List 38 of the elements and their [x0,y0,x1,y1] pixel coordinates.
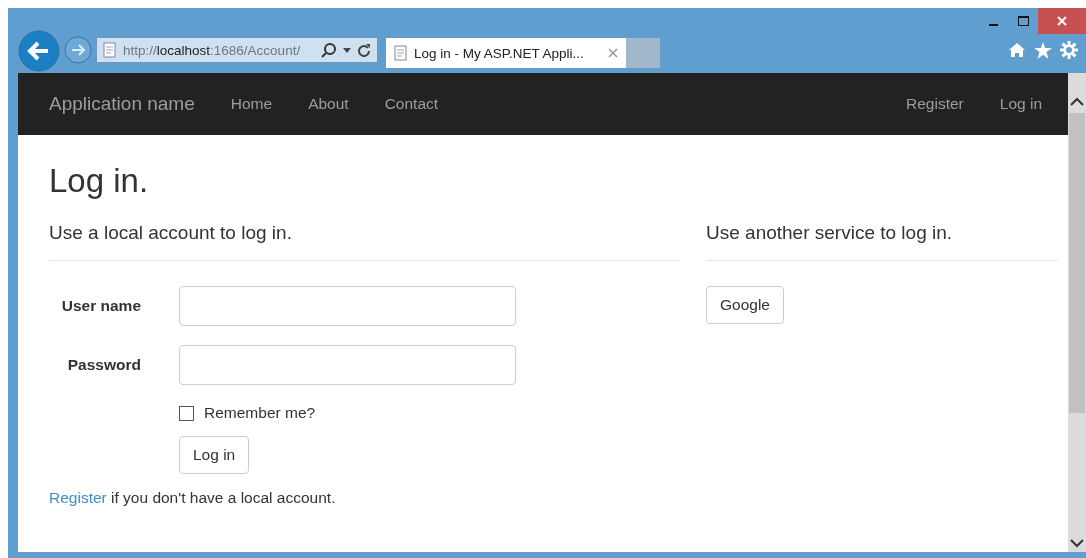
checkbox-label[interactable]: Remember me? [204,404,316,422]
page-icon [103,42,117,58]
search-icon[interactable] [321,42,337,58]
close-icon[interactable] [608,48,618,58]
checkbox[interactable] [179,405,194,421]
close-button[interactable] [1038,8,1086,34]
close-icon [1057,16,1067,26]
login-button[interactable]: Log in [179,436,250,474]
browser-tab[interactable]: Log in - My ASP.NET Appli... [386,38,626,68]
nav-link[interactable]: About [308,95,349,113]
nav-link[interactable]: Register [906,95,964,113]
brand-link[interactable]: Application name [49,93,195,115]
register-sentence: Register if you don't have a local account. [49,489,337,507]
forward-button[interactable] [64,36,92,64]
caret-icon[interactable] [343,47,351,53]
field-label: User name [60,297,141,315]
refresh-icon[interactable] [357,43,371,57]
register-link[interactable]: Register [49,489,107,506]
address-bar[interactable]: http://localhost:1686/Account/ [96,37,378,63]
provider-button[interactable]: Google [706,286,784,324]
nav-link[interactable]: Log in [999,95,1042,113]
page-icon [394,45,408,61]
back-button[interactable] [18,30,60,72]
page-title: Log in. [49,162,150,200]
settings-icon[interactable] [1060,41,1078,59]
nav-link[interactable]: Contact [384,95,439,113]
input-field[interactable] [179,286,516,326]
scrollbar[interactable] [1068,73,1086,552]
nav-link[interactable]: Home [230,95,273,113]
field-label: Password [66,356,141,374]
home-icon[interactable] [1008,42,1026,58]
star-icon[interactable] [1034,41,1052,59]
tab-title: Log in - My ASP.NET Appli... [414,45,585,61]
input-field[interactable] [179,345,516,385]
section-heading: Use a local account to log in. [49,222,293,244]
scroll-up-icon[interactable] [1070,97,1084,107]
scroll-down-icon[interactable] [1070,538,1084,548]
section-heading: Use another service to log in. [706,222,954,244]
